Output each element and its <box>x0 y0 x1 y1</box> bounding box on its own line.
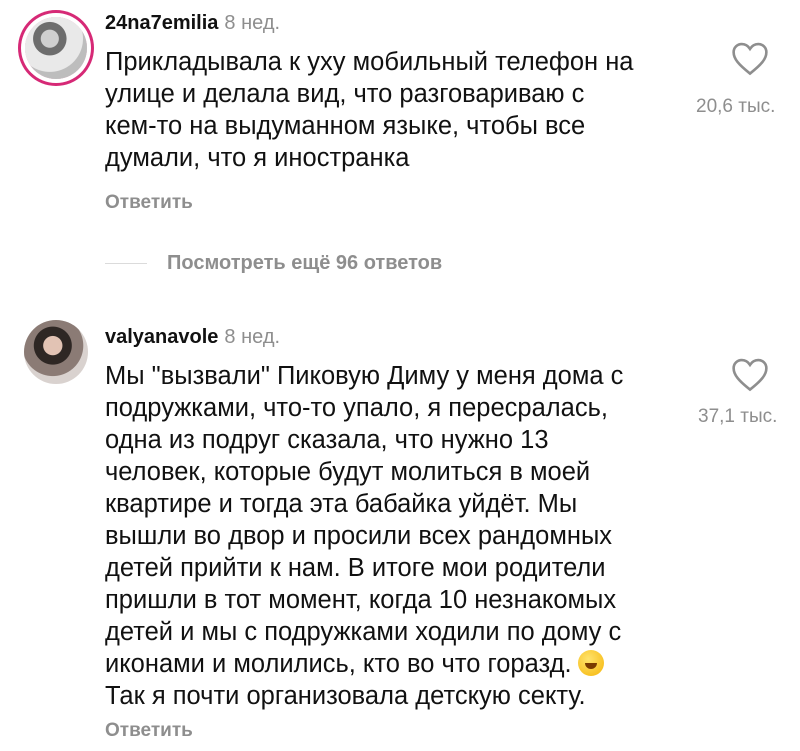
heart-outline-icon <box>732 42 768 76</box>
like-count: 20,6 тыс. <box>696 96 776 117</box>
comment-time: 8 нед. <box>224 12 281 34</box>
like-count: 37,1 тыс. <box>698 406 778 427</box>
like-button[interactable] <box>730 40 770 76</box>
comment-text: Мы "вызвали" Пиковую Диму у меня дома с … <box>105 362 624 710</box>
rolling-laughing-emoji-icon <box>577 650 604 676</box>
comment-meta: 24na7emilia 8 нед. <box>105 12 280 35</box>
username[interactable]: 24na7emilia <box>105 12 218 34</box>
heart-outline-icon <box>732 358 768 392</box>
reply-button[interactable]: Ответить <box>105 720 193 742</box>
view-more-replies[interactable]: Посмотреть ещё 96 ответов <box>105 250 442 276</box>
avatar[interactable] <box>24 320 88 384</box>
comment-time: 8 нед. <box>224 326 281 348</box>
view-more-replies-label: Посмотреть ещё 96 ответов <box>167 251 443 274</box>
comment-text: Прикладывала к уху мобильный телефон на … <box>105 48 634 172</box>
comment-meta: valyanavole 8 нед. <box>105 326 280 349</box>
comment-item: valyanavole 8 нед. Мы "вызвали" Пиковую Д… <box>0 310 800 751</box>
like-button[interactable] <box>730 356 770 392</box>
username[interactable]: valyanavole <box>105 326 218 348</box>
reply-button[interactable]: Ответить <box>105 192 193 214</box>
avatar[interactable] <box>25 17 87 79</box>
divider <box>105 262 147 264</box>
comment-item: 24na7emilia 8 нед. Прикладывала к уху моб… <box>0 0 800 240</box>
